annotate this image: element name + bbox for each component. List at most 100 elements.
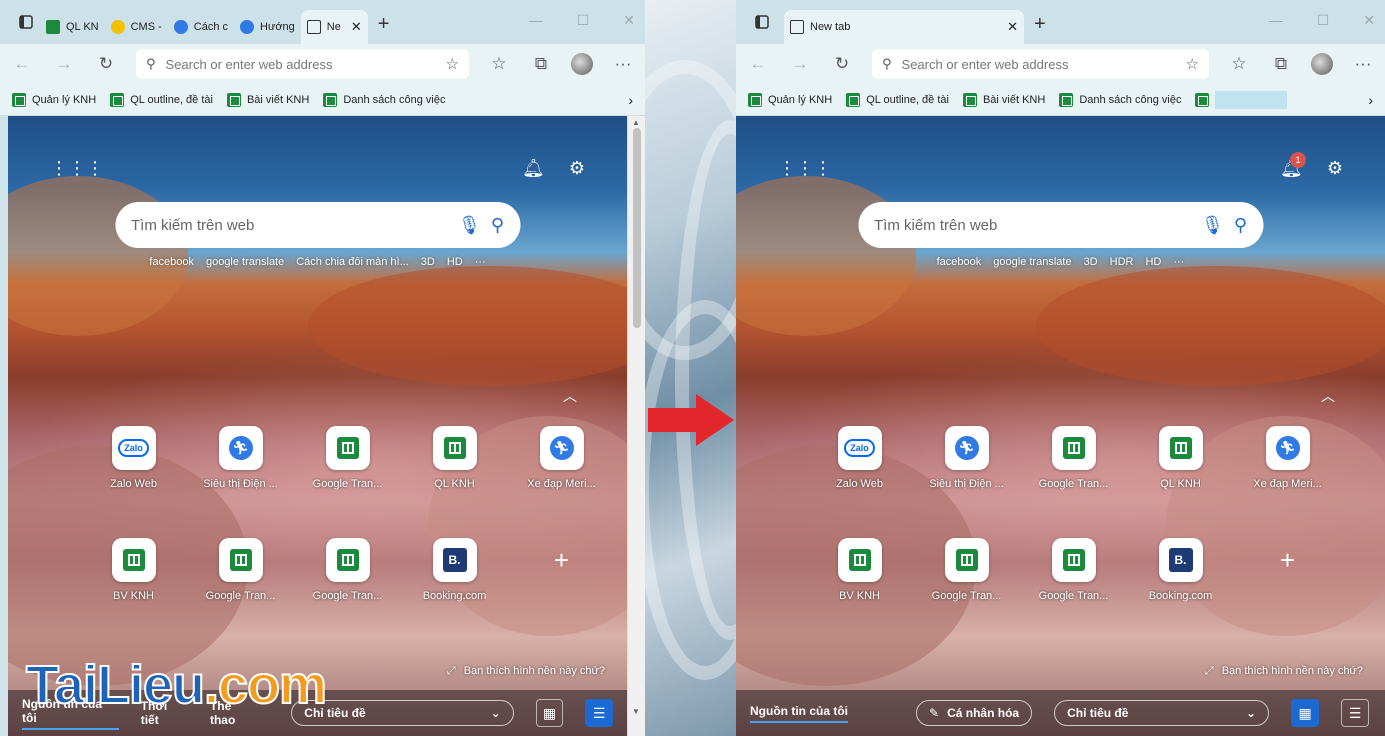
top-site-tile[interactable]: B. Booking.com (1127, 538, 1234, 602)
tab[interactable]: Cách c (168, 10, 234, 44)
forward-icon[interactable]: → (52, 54, 76, 74)
feed-tab-my-feed[interactable]: Nguồn tin của tôi (750, 704, 848, 723)
top-site-tile[interactable]: Google Tran... (294, 426, 401, 490)
bookmark-item[interactable]: QL outline, đề tài (846, 92, 949, 107)
quick-link[interactable]: google translate (206, 256, 284, 268)
mic-icon[interactable]: 🎙︎ (458, 215, 481, 236)
top-site-tile[interactable]: Zalo Zalo Web (806, 426, 913, 490)
tab[interactable]: Hướng (234, 10, 301, 44)
scroll-up-icon[interactable]: ▲ (632, 118, 640, 127)
scroll-down-icon[interactable]: ▼ (632, 707, 640, 716)
forward-icon[interactable]: → (788, 54, 812, 74)
quick-link[interactable]: google translate (993, 256, 1071, 268)
quick-link-more[interactable]: ··· (1173, 256, 1184, 268)
top-site-tile[interactable]: Zalo Zalo Web (80, 426, 187, 490)
collections-icon[interactable]: ⧉ (529, 54, 553, 74)
minimize-icon[interactable]: — (529, 12, 543, 29)
search-icon[interactable]: ⚲ (491, 215, 504, 236)
tab-active[interactable]: Ne ✕ (300, 10, 368, 44)
maximize-icon[interactable]: ☐ (1317, 12, 1330, 29)
web-search-box[interactable]: Tìm kiếm trên web 🎙︎ ⚲ (115, 202, 520, 248)
collections-icon[interactable]: ⧉ (1269, 54, 1293, 74)
bookmark-item[interactable] (1195, 90, 1288, 109)
add-favorite-icon[interactable]: ☆ (1186, 55, 1199, 73)
web-search-box[interactable]: Tìm kiếm trên web 🎙︎ ⚲ (858, 202, 1263, 248)
bookmark-item[interactable]: Danh sách công việc (1059, 92, 1181, 107)
tab-actions-icon[interactable] (748, 8, 776, 36)
chevron-right-icon[interactable]: › (628, 92, 633, 108)
top-site-tile[interactable]: QL KNH (1127, 426, 1234, 490)
top-site-tile[interactable]: BV KNH (80, 538, 187, 602)
favorites-icon[interactable]: ☆ (487, 54, 511, 74)
bookmark-item[interactable]: Quản lý KNH (748, 92, 832, 107)
back-icon[interactable]: ← (746, 54, 770, 74)
top-site-tile[interactable]: 🏃︎ Xe đạp Meri... (1234, 426, 1341, 490)
minimize-icon[interactable]: — (1269, 12, 1283, 29)
quick-link-more[interactable]: ··· (475, 256, 486, 268)
tab-actions-icon[interactable] (12, 8, 40, 36)
gear-icon[interactable]: ⚙ (569, 158, 585, 179)
wallpaper-feedback[interactable]: ⤢ Bạn thích hình nền này chứ? (447, 665, 605, 678)
favorites-icon[interactable]: ☆ (1227, 54, 1251, 74)
grid-view-icon[interactable]: ▦ (535, 699, 564, 727)
wallpaper-feedback[interactable]: ⤢ Bạn thích hình nền này chứ? (1205, 665, 1363, 678)
search-icon[interactable]: ⚲ (1234, 215, 1247, 236)
back-icon[interactable]: ← (10, 54, 34, 74)
top-site-tile[interactable]: B. Booking.com (401, 538, 508, 602)
profile-avatar[interactable] (1311, 53, 1333, 75)
scroll-thumb[interactable] (633, 128, 641, 328)
quick-link[interactable]: HDR (1110, 256, 1134, 268)
tab[interactable]: QL KN (40, 10, 105, 44)
quick-link[interactable]: 3D (1084, 256, 1098, 268)
close-tab-icon[interactable]: ✕ (1007, 19, 1018, 35)
top-site-tile[interactable]: Google Tran... (913, 538, 1020, 602)
quick-link[interactable]: HD (1145, 256, 1161, 268)
scrollbar[interactable]: ▲ ▼ (627, 116, 645, 736)
more-icon[interactable]: ··· (1351, 54, 1375, 74)
quick-link[interactable]: 3D (421, 256, 435, 268)
new-tab-button[interactable]: + (1034, 13, 1046, 36)
maximize-icon[interactable]: ☐ (577, 12, 590, 29)
bookmark-item[interactable]: Bài viết KNH (226, 92, 309, 107)
profile-avatar[interactable] (571, 53, 593, 75)
top-site-tile[interactable]: 🏃︎ Siêu thị Điện ... (187, 426, 294, 490)
apps-grid-icon[interactable]: ⋮⋮⋮ (778, 158, 832, 179)
tab-active[interactable]: New tab ✕ (784, 10, 1024, 44)
gear-icon[interactable]: ⚙ (1327, 158, 1343, 179)
top-site-tile[interactable]: Google Tran... (1020, 538, 1127, 602)
add-site-button[interactable]: + (508, 538, 615, 602)
top-site-tile[interactable]: Google Tran... (294, 538, 401, 602)
feed-layout-select[interactable]: Chỉ tiêu đề ⌄ (1054, 700, 1270, 726)
quick-link[interactable]: facebook (149, 256, 194, 268)
list-view-icon[interactable]: ☰ (1341, 699, 1370, 727)
mic-icon[interactable]: 🎙︎ (1201, 215, 1224, 236)
address-bar[interactable]: ⚲ Search or enter web address ☆ (872, 49, 1209, 79)
chevron-up-icon[interactable]: ︿ (1321, 386, 1335, 406)
refresh-icon[interactable]: ↻ (830, 54, 854, 74)
chevron-right-icon[interactable]: › (1368, 92, 1373, 108)
chevron-up-icon[interactable]: ︿ (563, 386, 577, 406)
bell-icon[interactable]: 🔔︎ (522, 158, 545, 179)
top-site-tile[interactable]: BV KNH (806, 538, 913, 602)
bookmark-item[interactable]: QL outline, đề tài (110, 92, 213, 107)
close-tab-icon[interactable]: ✕ (351, 19, 362, 35)
top-site-tile[interactable]: 🏃︎ Siêu thị Điện ... (913, 426, 1020, 490)
address-bar[interactable]: ⚲ Search or enter web address ☆ (136, 49, 469, 79)
tab[interactable]: CMS - (105, 10, 168, 44)
personalize-button[interactable]: ✎ Cá nhân hóa (916, 700, 1033, 726)
add-favorite-icon[interactable]: ☆ (446, 55, 459, 73)
quick-link[interactable]: facebook (937, 256, 982, 268)
bookmark-item[interactable]: Quản lý KNH (12, 92, 96, 107)
more-icon[interactable]: ··· (611, 54, 635, 74)
grid-view-icon[interactable]: ▦ (1291, 699, 1320, 727)
top-site-tile[interactable]: Google Tran... (1020, 426, 1127, 490)
bookmark-item[interactable]: Bài viết KNH (962, 92, 1045, 107)
top-site-tile[interactable]: QL KNH (401, 426, 508, 490)
bookmark-item[interactable]: Danh sách công việc (323, 92, 445, 107)
quick-link[interactable]: HD (447, 256, 463, 268)
apps-grid-icon[interactable]: ⋮⋮⋮ (50, 158, 104, 179)
add-site-button[interactable]: + (1234, 538, 1341, 602)
top-site-tile[interactable]: 🏃︎ Xe đạp Meri... (508, 426, 615, 490)
close-window-icon[interactable]: ✕ (1363, 12, 1375, 29)
new-tab-button[interactable]: + (378, 13, 390, 36)
